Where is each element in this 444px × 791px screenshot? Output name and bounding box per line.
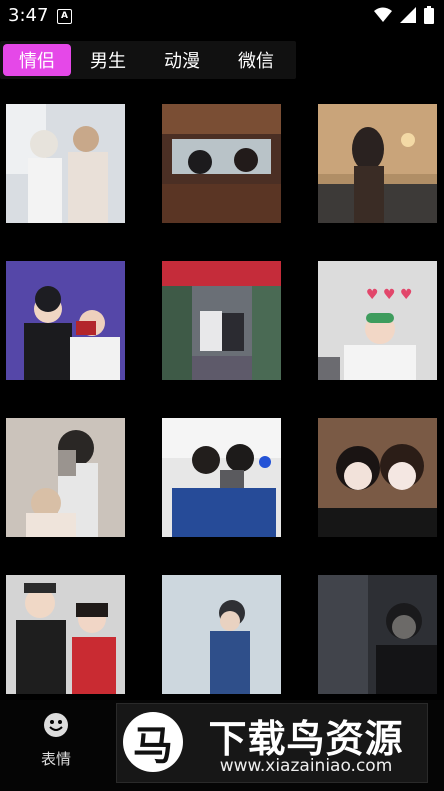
tab-couple[interactable]: 情侣: [3, 44, 71, 76]
status-time: 3:47: [8, 5, 49, 26]
watermark-logo-icon: 马: [123, 712, 183, 772]
svg-text:♥ ♥ ♥: ♥ ♥ ♥: [366, 287, 413, 303]
tab-boys[interactable]: 男生: [71, 44, 145, 76]
avatar-thumbnail[interactable]: [162, 418, 281, 537]
avatar-thumbnail[interactable]: [162, 575, 281, 694]
nav-item-label: 表情: [40, 750, 71, 768]
nav-item-stickers[interactable]: 表情: [30, 712, 82, 769]
watermark-title: 下载鸟资源: [208, 717, 404, 761]
avatar-thumbnail[interactable]: [6, 104, 125, 223]
tab-anime[interactable]: 动漫: [145, 44, 219, 76]
app-notification-icon: A: [57, 9, 72, 24]
avatar-thumbnail[interactable]: [6, 261, 125, 380]
watermark-url: www.xiazainiao.com: [219, 756, 393, 776]
wifi-icon: [374, 7, 392, 22]
tab-wechat[interactable]: 微信: [219, 44, 293, 76]
avatar-thumbnail[interactable]: [162, 261, 281, 380]
avatar-thumbnail[interactable]: [318, 575, 437, 694]
status-bar: 3:47 A: [0, 0, 444, 32]
battery-icon: [424, 6, 434, 24]
avatar-thumbnail[interactable]: [318, 418, 437, 537]
avatar-thumbnail[interactable]: [6, 575, 125, 694]
avatar-grid: ♥ ♥ ♥: [6, 104, 438, 694]
avatar-thumbnail[interactable]: [318, 104, 437, 223]
avatar-thumbnail[interactable]: ♥ ♥ ♥: [318, 261, 437, 380]
watermark-banner: 马 下载鸟资源 www.xiazainiao.com: [116, 703, 428, 783]
avatar-thumbnail[interactable]: [6, 418, 125, 537]
status-icons: [374, 6, 434, 24]
category-tabs: 情侣 男生 动漫 微信: [0, 41, 296, 79]
smiley-icon: [44, 713, 68, 737]
avatar-thumbnail[interactable]: [162, 104, 281, 223]
signal-icon: [400, 7, 416, 23]
